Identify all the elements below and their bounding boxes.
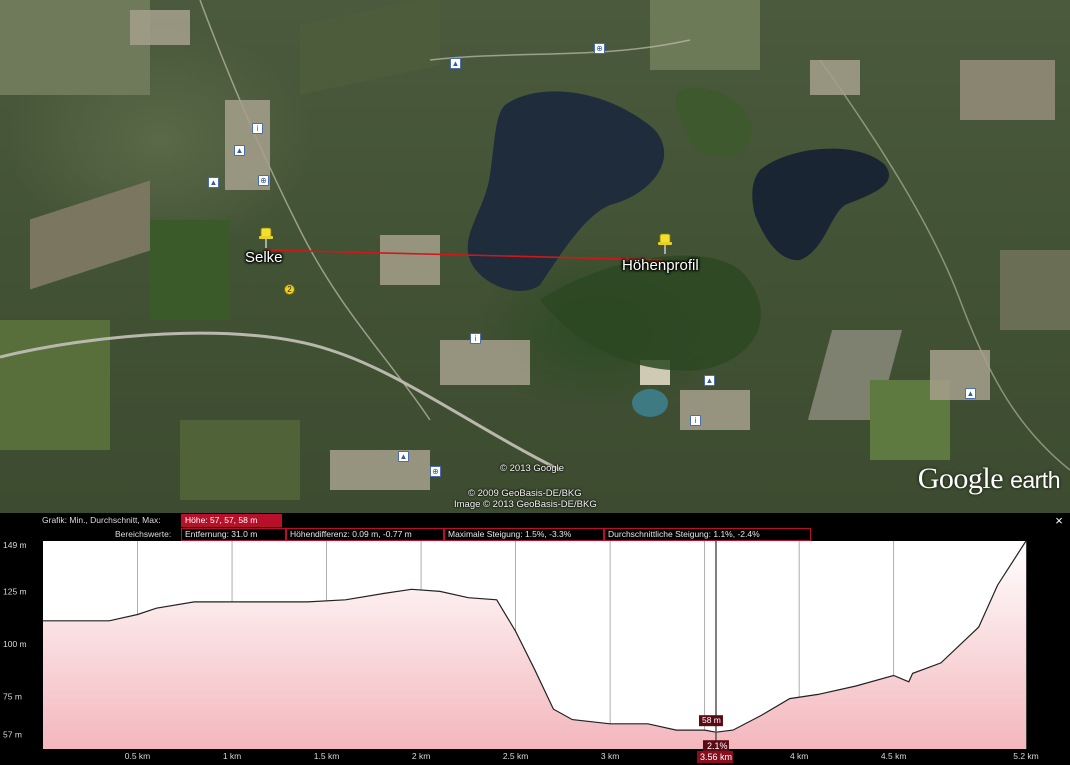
close-button[interactable]: ×	[1052, 514, 1066, 528]
x-tick-label: 4.5 km	[881, 751, 907, 761]
x-tick-label: 0.5 km	[125, 751, 151, 761]
poi-icon[interactable]: ▲	[704, 375, 715, 386]
poi-icon[interactable]: ▲	[965, 388, 976, 399]
numbered-marker[interactable]: 2	[284, 284, 295, 295]
road	[819, 59, 1070, 471]
measured-path	[265, 249, 664, 261]
pushpin-icon[interactable]	[257, 227, 277, 249]
y-tick-label: 149 m	[3, 540, 27, 550]
cursor-distance-label: 3.56 km	[700, 752, 732, 762]
graph-stats-label: Grafik: Min., Durchschnitt, Max:	[42, 515, 161, 525]
road	[199, 0, 431, 421]
copyright-geobasis: © 2009 GeoBasis-DE/BKG	[468, 488, 582, 499]
poi-icon[interactable]: ▲	[208, 177, 219, 188]
poi-icon[interactable]: ⊕	[258, 175, 269, 186]
y-tick-label: 125 m	[3, 586, 27, 596]
copyright-google: © 2013 Google	[500, 463, 565, 474]
y-tick-label: 57 m	[3, 729, 22, 739]
pond	[632, 389, 668, 417]
x-tick-label: 4 km	[790, 751, 808, 761]
elevation-chart[interactable]: 57 m 75 m 100 m 125 m 149 m 0.5 km 1 km 1.5 km…	[0, 539, 1070, 765]
poi-icon[interactable]: ▲	[398, 451, 409, 462]
poi-icon[interactable]: i	[470, 333, 481, 344]
x-tick-label: 2 km	[412, 751, 430, 761]
poi-icon[interactable]: i	[690, 415, 701, 426]
brand-name: Google	[917, 462, 1004, 495]
x-tick-label: 2.5 km	[503, 751, 529, 761]
brand-suffix: earth	[1010, 467, 1060, 493]
lake	[752, 148, 890, 261]
elevation-profile-panel: Grafik: Min., Durchschnitt, Max: Höhe: 5…	[0, 513, 1070, 765]
poi-icon[interactable]: ⊕	[594, 43, 605, 54]
height-stats[interactable]: Höhe: 57, 57, 58 m	[181, 514, 282, 527]
y-tick-label: 100 m	[3, 639, 27, 649]
range-values-label: Bereichswerte:	[115, 529, 172, 539]
poi-icon[interactable]: i	[252, 123, 263, 134]
x-tick-label: 1 km	[223, 751, 241, 761]
road	[429, 39, 691, 61]
map-overlay	[0, 0, 1070, 490]
poi-icon[interactable]: ⊕	[430, 466, 441, 477]
poi-icon[interactable]: ▲	[450, 58, 461, 69]
pushpin-icon[interactable]	[656, 233, 676, 255]
satellite-map[interactable]: Selke Höhenprofil 2 i ▲ ▲ ⊕ ▲ ⊕ i ▲ i ▲ …	[0, 0, 1070, 513]
x-tick-label: 5.2 km	[1013, 751, 1039, 761]
cursor-slope-label: 2.1%	[707, 741, 728, 751]
x-tick-label: 3 km	[601, 751, 619, 761]
x-axis: 0.5 km 1 km 1.5 km 2 km 2.5 km 3 km 4 km 4.5 km…	[125, 751, 1039, 761]
placemark-label-hoehenprofil[interactable]: Höhenprofil	[622, 257, 699, 274]
placemark-label-selke[interactable]: Selke	[245, 249, 283, 266]
marker-number: 2	[287, 285, 292, 294]
x-tick-label: 1.5 km	[314, 751, 340, 761]
copyright-image: Image © 2013 GeoBasis-DE/BKG	[454, 499, 597, 510]
poi-icon[interactable]: ▲	[234, 145, 245, 156]
cursor-height-label: 58 m	[702, 715, 721, 725]
y-axis: 57 m 75 m 100 m 125 m 149 m	[3, 540, 27, 739]
google-earth-logo: Google earth	[917, 462, 1061, 496]
forest	[675, 88, 752, 157]
y-tick-label: 75 m	[3, 691, 22, 701]
